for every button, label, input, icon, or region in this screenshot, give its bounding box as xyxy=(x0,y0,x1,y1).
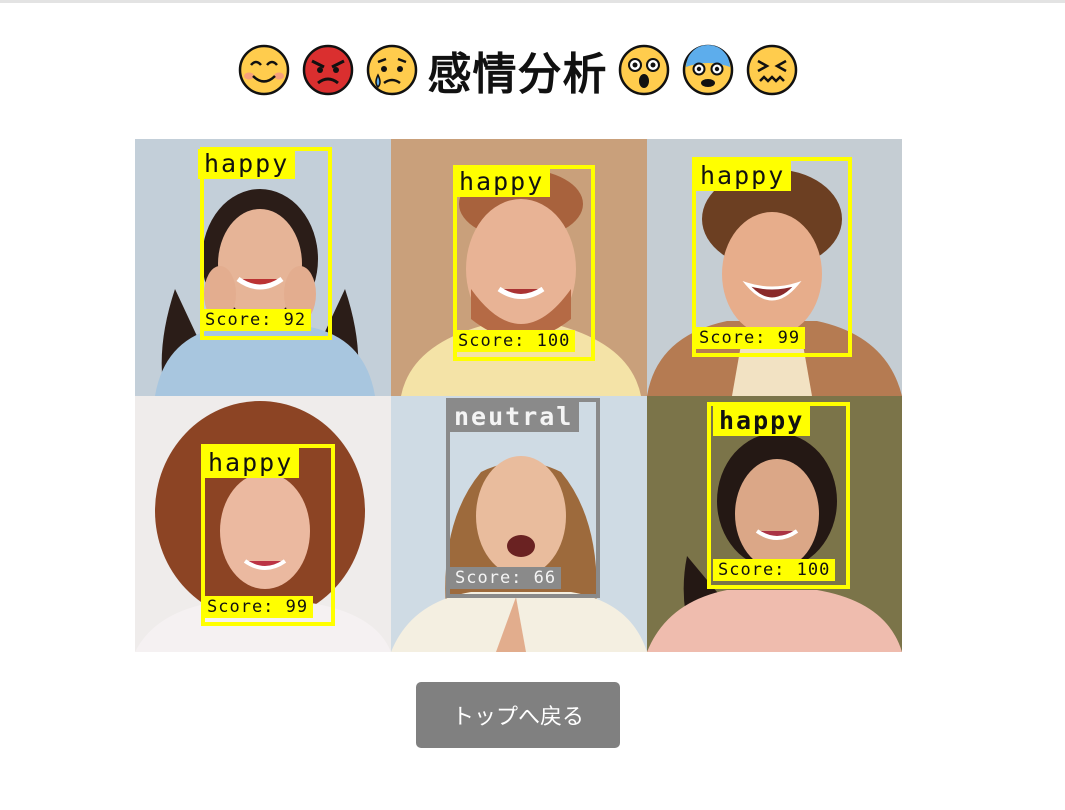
emotion-label: happy xyxy=(694,161,792,191)
confounded-face-emoji-icon xyxy=(746,44,797,96)
score-label: Score: 66 xyxy=(450,567,562,589)
emotion-label: happy xyxy=(202,448,300,478)
face-result-6: happy Score: 100 xyxy=(647,396,902,652)
face-result-2: happy Score: 100 xyxy=(391,139,647,396)
face-result-3: happy Score: 99 xyxy=(647,139,902,396)
title-text: 感情分析 xyxy=(427,49,608,100)
emotion-result-image: happy Score: 92 happy Score: 100 happy S… xyxy=(135,139,902,652)
score-label: Score: 100 xyxy=(453,330,576,352)
emotion-label: happy xyxy=(198,149,296,179)
score-label: Score: 99 xyxy=(694,327,806,349)
fearful-face-emoji-icon xyxy=(682,44,733,96)
face-result-5: neutral Score: 66 xyxy=(391,396,647,652)
score-label: Score: 92 xyxy=(200,309,312,331)
face-result-4: happy Score: 99 xyxy=(135,396,391,652)
angry-face-emoji-icon xyxy=(302,44,353,96)
score-label: Score: 100 xyxy=(713,559,836,581)
face-result-1: happy Score: 92 xyxy=(135,139,391,396)
back-to-top-button[interactable]: トップへ戻る xyxy=(416,682,620,748)
emotion-label: neutral xyxy=(448,402,580,432)
astonished-face-emoji-icon xyxy=(618,44,669,96)
crying-face-emoji-icon xyxy=(366,44,417,96)
emotion-label: happy xyxy=(453,167,551,197)
smiling-face-emoji-icon xyxy=(238,44,289,96)
emotion-label: happy xyxy=(713,406,811,436)
top-divider xyxy=(0,0,1065,3)
page-title: 感情分析 xyxy=(0,38,1035,102)
score-label: Score: 99 xyxy=(202,596,314,618)
